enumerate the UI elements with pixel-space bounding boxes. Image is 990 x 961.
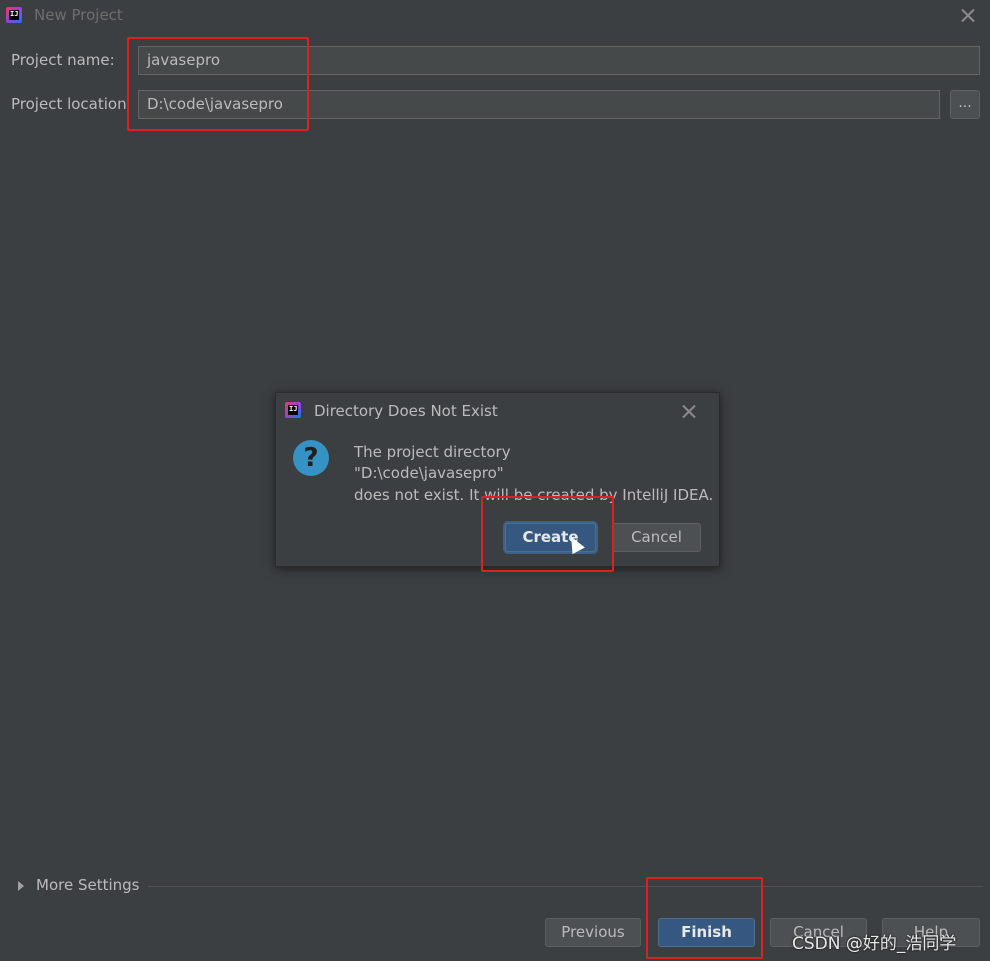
project-location-label: Project location	[11, 95, 127, 113]
dialog-close-icon[interactable]	[682, 404, 696, 418]
dialog-cancel-button[interactable]: Cancel	[612, 523, 701, 552]
browse-location-button[interactable]: ...	[950, 90, 980, 119]
previous-button[interactable]: Previous	[545, 918, 641, 947]
window-title: New Project	[34, 6, 123, 24]
dialog-message-line-1: The project directory	[354, 443, 511, 461]
dialog-title: Directory Does Not Exist	[314, 402, 498, 420]
window-close-icon[interactable]	[961, 8, 975, 22]
more-settings-label: More Settings	[36, 876, 140, 894]
expand-triangle-icon	[18, 881, 24, 891]
title-bar: IJ New Project	[0, 0, 990, 32]
intellij-dialog-icon: IJ	[285, 402, 301, 418]
highlight-box-fields	[127, 37, 309, 131]
project-name-label: Project name:	[11, 51, 115, 69]
csdn-watermark: CSDN @好的_浩同学	[792, 934, 957, 954]
more-settings-separator	[148, 886, 983, 887]
intellij-app-icon: IJ	[6, 7, 22, 23]
question-icon: ?	[293, 440, 329, 476]
highlight-box-create	[481, 496, 614, 572]
dialog-message-line-2: "D:\code\javasepro"	[354, 464, 504, 482]
highlight-box-finish	[646, 877, 763, 959]
